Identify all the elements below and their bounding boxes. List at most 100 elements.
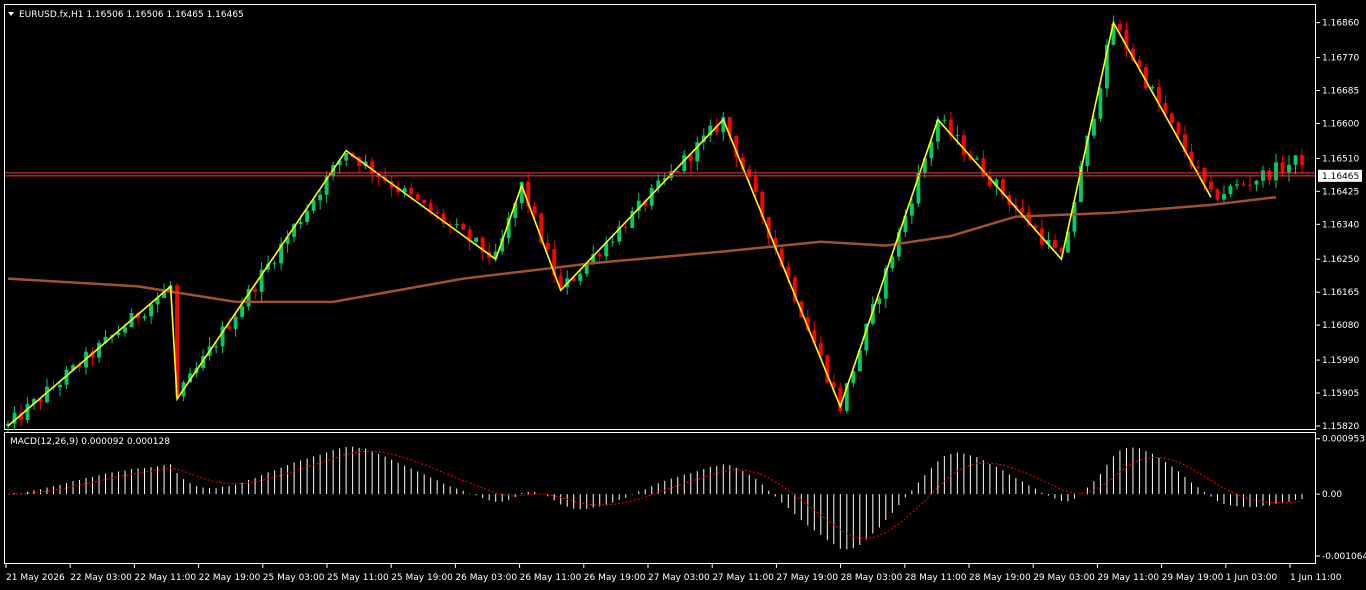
candle-body: [1254, 180, 1259, 185]
candle-body: [974, 158, 979, 160]
time-tick-label: 27 May 19:00: [776, 573, 838, 583]
candle-body: [435, 212, 440, 214]
candle-body: [272, 263, 277, 265]
candle-body: [909, 203, 914, 216]
time-tick-label: 29 May 19:00: [1162, 573, 1224, 583]
candle-body: [422, 199, 427, 204]
candle-body: [1241, 184, 1246, 186]
candle-body: [344, 153, 349, 161]
candle-body: [1196, 166, 1200, 168]
candle-body: [298, 221, 303, 225]
price-tick-label: 1.16600: [1322, 119, 1359, 129]
candle-body: [461, 224, 466, 230]
candle-body: [1280, 162, 1285, 173]
candle-body: [474, 237, 479, 242]
candle-body: [409, 188, 414, 195]
symbol-header[interactable]: EURUSD.fx,H1 1.16506 1.16506 1.16465 1.1…: [8, 10, 244, 20]
candle-body: [253, 289, 258, 292]
candle-body: [227, 326, 232, 329]
candle-body: [1176, 122, 1181, 135]
price-tick-label: 1.16340: [1322, 220, 1359, 230]
macd-tick-label: -0.001064: [1322, 552, 1366, 562]
candle-body: [981, 158, 986, 177]
candle-body: [1235, 184, 1239, 186]
time-tick-label: 28 May 11:00: [905, 573, 967, 583]
candle-body: [1202, 167, 1207, 182]
time-tick-label: 1 Jun 11:00: [1290, 573, 1342, 583]
symbol-title: EURUSD.fx,H1 1.16506 1.16506 1.16465 1.1…: [19, 10, 244, 20]
time-tick-label: 25 May 11:00: [327, 573, 389, 583]
time-tick-label: 22 May 03:00: [70, 573, 132, 583]
candle-body: [142, 316, 147, 319]
candle-body: [214, 346, 219, 348]
candle-body: [753, 176, 758, 192]
candle-body: [610, 241, 615, 243]
price-tick-label: 1.16685: [1322, 87, 1359, 97]
time-tick-label: 22 May 19:00: [199, 573, 261, 583]
current-price-tag: 1.16465: [1318, 169, 1362, 182]
macd-tick-label: 0.000953: [1322, 435, 1365, 445]
chart-canvas[interactable]: 1.16860 1.16770 1.16685 1.16600 1.16510 1.164…: [0, 0, 1366, 586]
candle-body: [25, 404, 30, 420]
price-tick-label: 1.15820: [1322, 422, 1359, 432]
candle-body: [1052, 239, 1057, 249]
candle-body: [58, 384, 62, 388]
time-tick-label: 27 May 11:00: [712, 573, 774, 583]
candle-body: [454, 224, 459, 226]
time-tick-label: 25 May 03:00: [263, 573, 325, 583]
time-tick-label: 29 May 03:00: [1033, 573, 1095, 583]
candle-body: [305, 210, 310, 222]
candle-body: [1150, 87, 1155, 89]
candle-body: [1293, 155, 1298, 165]
chart-window[interactable]: 1.16860 1.16770 1.16685 1.16600 1.16510 1.164…: [0, 0, 1366, 586]
candle-body: [675, 171, 680, 173]
candle-body: [623, 226, 628, 228]
price-tick-label: 1.16080: [1322, 321, 1359, 331]
candle-body: [1228, 185, 1233, 195]
candle-body: [1274, 162, 1278, 181]
time-tick-label: 25 May 19:00: [391, 573, 453, 583]
time-tick-label: 21 May 2026: [6, 573, 65, 583]
time-tick-label: 22 May 11:00: [134, 573, 196, 583]
price-tick-label: 1.16770: [1322, 54, 1359, 64]
candle-body: [955, 135, 960, 137]
candle-body: [1020, 208, 1025, 213]
price-tag-text: 1.16465: [1322, 172, 1359, 182]
time-tick-label: 29 May 11:00: [1097, 573, 1159, 583]
candle-body: [149, 304, 153, 317]
candle-body: [1215, 189, 1220, 200]
candle-body: [1222, 194, 1226, 200]
chart-background: [0, 0, 1366, 586]
time-tick-label: 27 May 03:00: [648, 573, 710, 583]
candle-body: [942, 119, 947, 121]
candle-body: [1209, 181, 1213, 190]
price-tick-label: 1.15990: [1322, 356, 1359, 366]
candle-body: [1248, 184, 1252, 186]
candle-body: [578, 273, 583, 281]
time-tick-label: 1 Jun 03:00: [1226, 573, 1278, 583]
candle-body: [532, 206, 537, 214]
time-tick-label: 26 May 11:00: [520, 573, 582, 583]
price-tick-label: 1.16165: [1322, 288, 1359, 298]
macd-title: MACD(12,26,9) 0.000092 0.000128: [10, 437, 170, 447]
candle-body: [961, 135, 966, 155]
candle-body: [233, 316, 238, 329]
candle-body: [318, 194, 323, 201]
candle-body: [1117, 23, 1122, 30]
price-tick-label: 1.15905: [1322, 389, 1359, 399]
price-tick-label: 1.16510: [1322, 154, 1359, 164]
candle-body: [311, 200, 316, 211]
time-tick-label: 28 May 19:00: [969, 573, 1031, 583]
candle-body: [877, 298, 882, 305]
candle-body: [123, 327, 127, 333]
candle-body: [1300, 155, 1304, 165]
candle-body: [1287, 164, 1291, 173]
candle-body: [415, 194, 420, 200]
candle-body: [1091, 118, 1096, 136]
candle-body: [545, 242, 550, 250]
time-tick-label: 26 May 19:00: [584, 573, 646, 583]
time-tick-label: 28 May 03:00: [841, 573, 903, 583]
price-tick-label: 1.16425: [1322, 187, 1359, 197]
candle-body: [1098, 88, 1103, 119]
time-tick-label: 26 May 03:00: [455, 573, 517, 583]
